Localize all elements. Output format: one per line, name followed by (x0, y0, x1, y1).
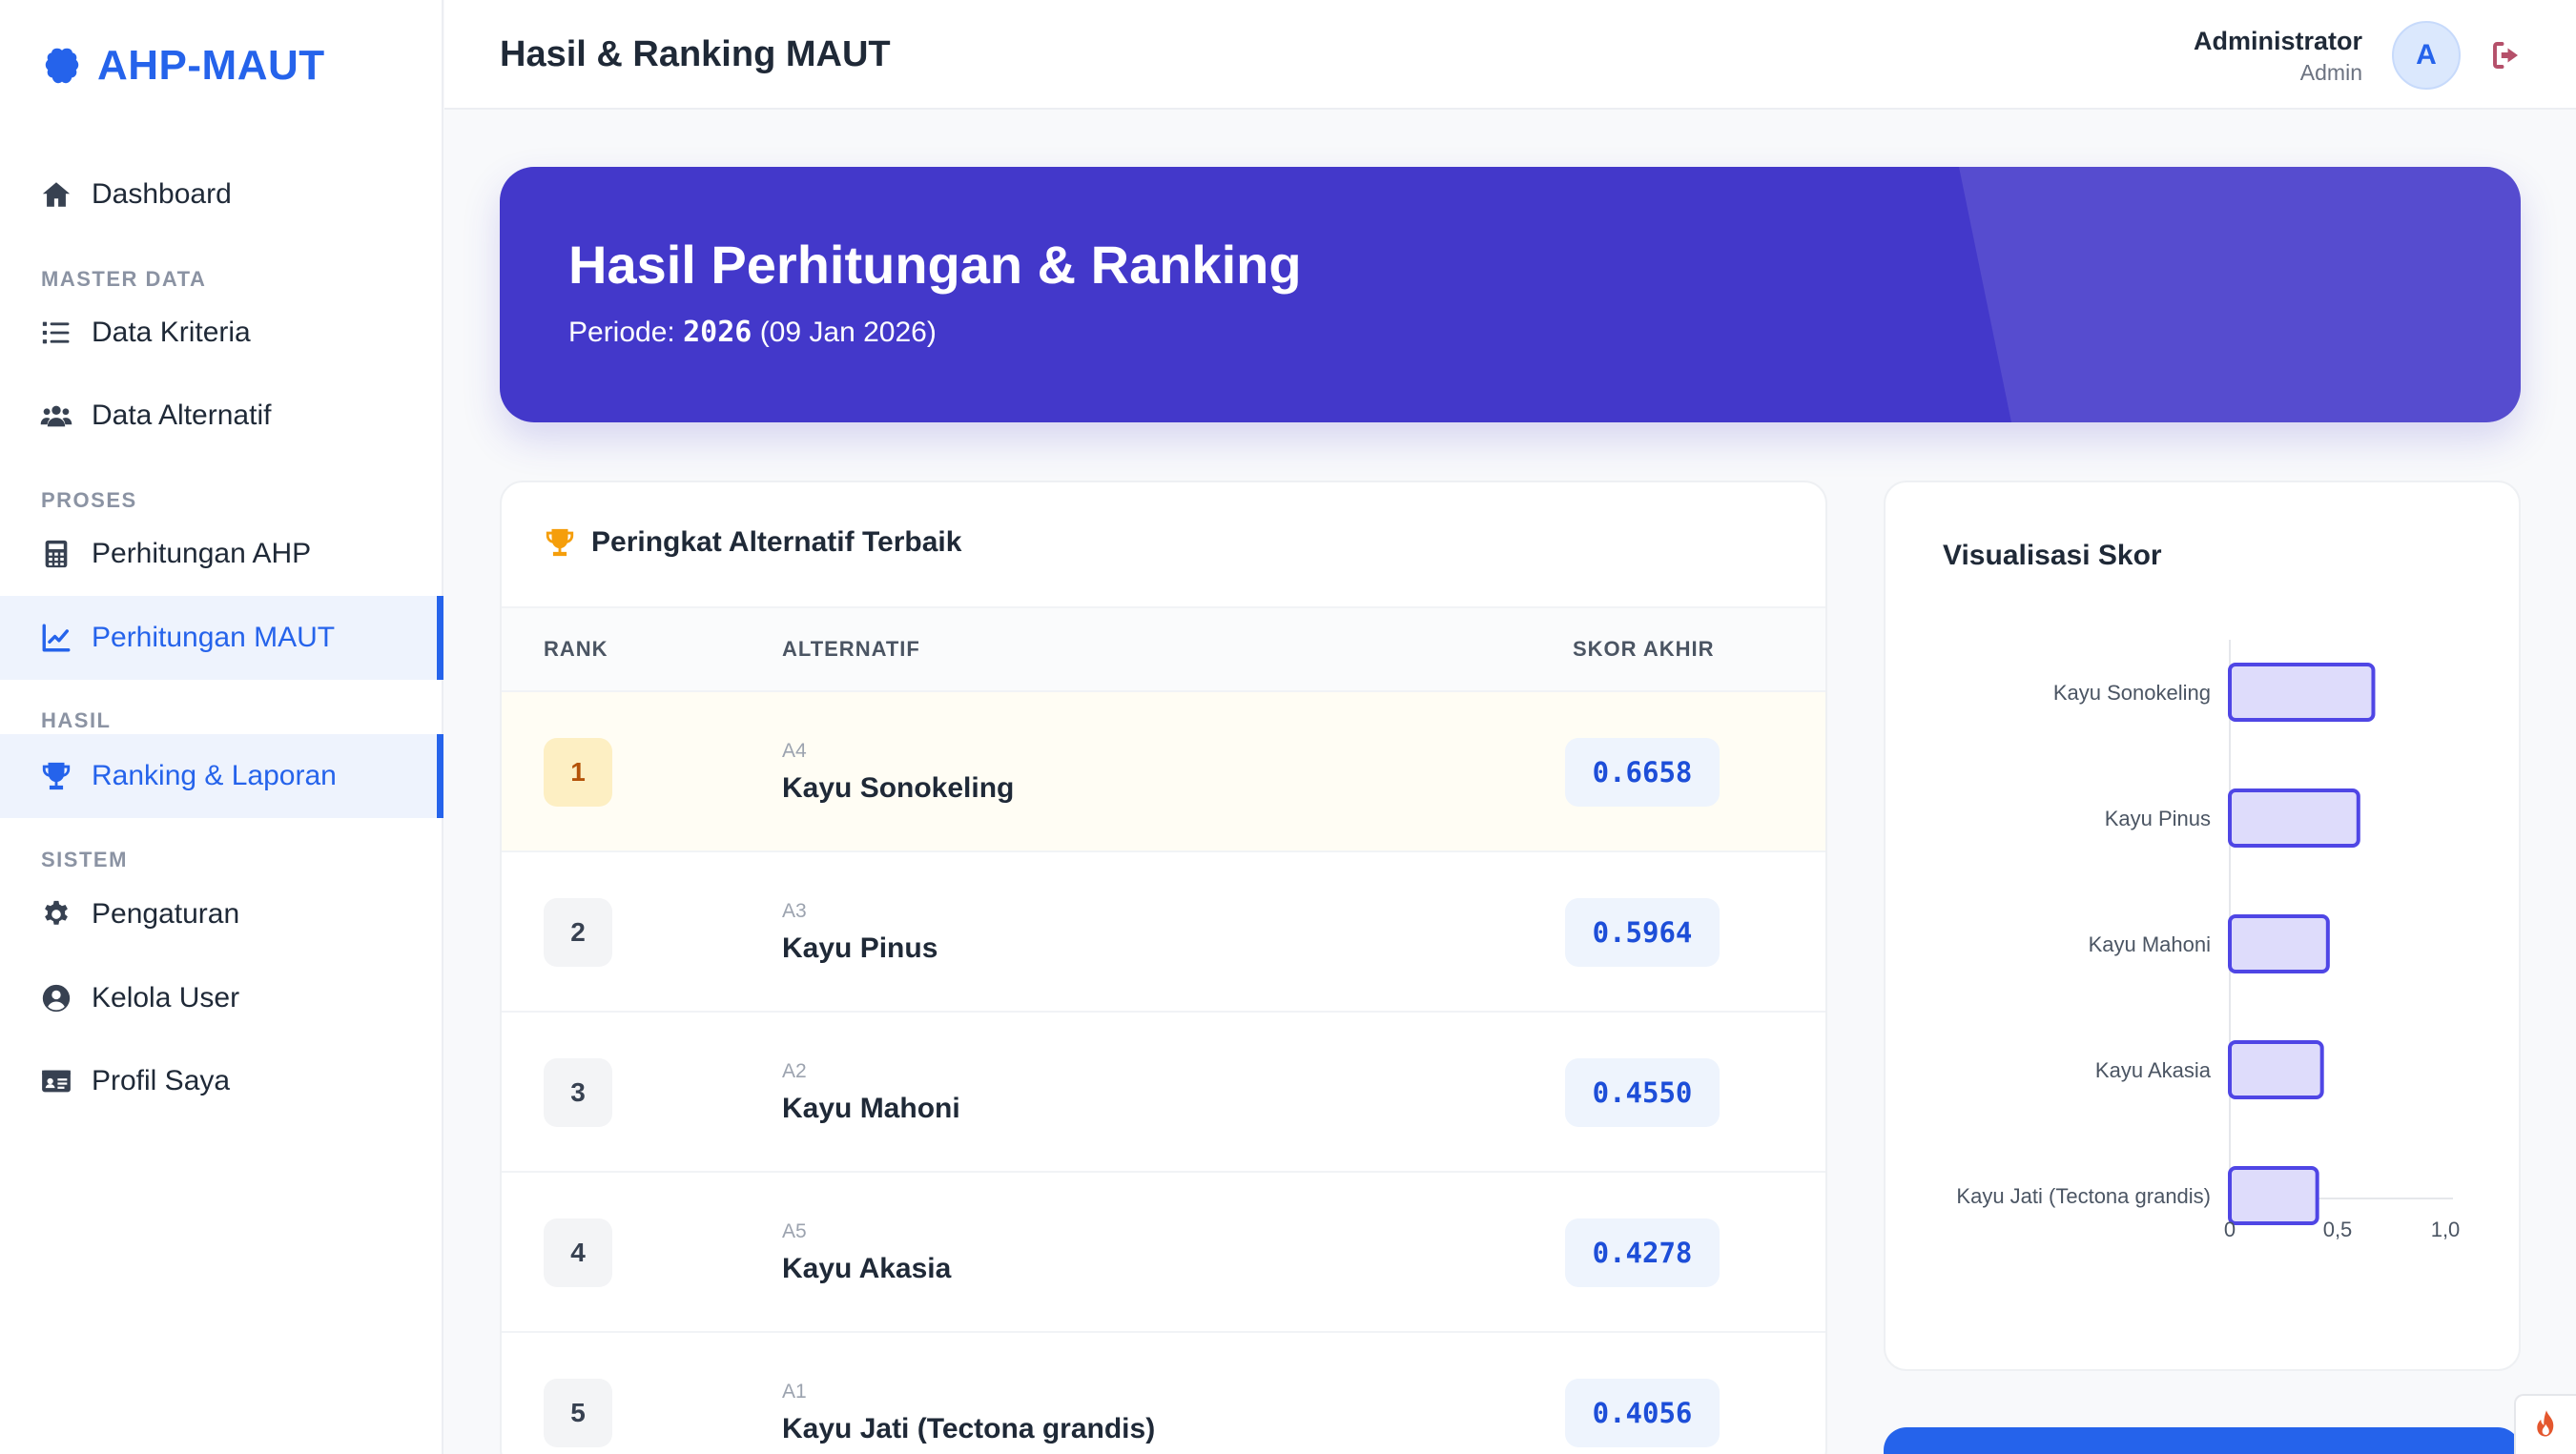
avatar[interactable]: A (2392, 21, 2461, 90)
chart-bar (2228, 914, 2330, 973)
gear-icon (45, 900, 68, 925)
sidebar-item-data-kriteria[interactable]: Data Kriteria (0, 291, 443, 375)
sidebar-item-perhitungan-maut[interactable]: Perhitungan MAUT (0, 596, 443, 680)
user-name: Administrator (2193, 27, 2362, 55)
sidebar-item-label: Pengaturan (92, 898, 240, 930)
sidebar-item-profil-saya[interactable]: Profil Saya (0, 1039, 443, 1123)
sidebar-item-label: Data Kriteria (92, 317, 251, 348)
topbar: Hasil & Ranking MAUT Administrator Admin (444, 0, 2576, 110)
chart-category-label: Kayu Jati (Tectona grandis) (1956, 1184, 2211, 1208)
sidebar-item-data-alternatif[interactable]: Data Alternatif (0, 374, 443, 458)
table-row[interactable]: 4 A5 Kayu Akasia 0.4278 (502, 1171, 1825, 1331)
table-row[interactable]: 5 A1 Kayu Jati (Tectona grandis) 0.4056 (502, 1331, 1825, 1454)
column-header-rank: RANK (544, 637, 608, 661)
chart-tick-label: 0,5 (2323, 1218, 2353, 1241)
sidebar-item-label: Data Alternatif (92, 399, 272, 431)
table-row[interactable]: 2 A3 Kayu Pinus 0.5964 (502, 850, 1825, 1011)
chart-category-label: Kayu Sonokeling (2053, 681, 2211, 705)
score-badge: 0.4550 (1565, 1058, 1720, 1127)
score-badge: 0.6658 (1565, 738, 1720, 807)
period-date: (09 Jan 2026) (759, 317, 937, 348)
sidebar-item-ranking-laporan[interactable]: Ranking & Laporan (0, 734, 443, 818)
alternative-name: Kayu Sonokeling (782, 772, 1015, 804)
sidebar-section-hasil: HASIL (41, 708, 112, 732)
brand-logo[interactable]: AHP-MAUT (40, 42, 325, 90)
hero-period: Periode: 2026 (09 Jan 2026) (568, 316, 937, 349)
chart-category-label: Kayu Pinus (2105, 807, 2211, 830)
alternative-code: A4 (782, 740, 807, 762)
alternative-name: Kayu Mahoni (782, 1093, 960, 1124)
period-year: 2026 (683, 316, 752, 349)
ranking-title: Peringkat Alternatif Terbaik (591, 526, 962, 558)
sidebar-section-master: MASTER DATA (41, 267, 207, 291)
hero-title: Hasil Perhitungan & Ranking (568, 235, 1302, 295)
trophy-icon (42, 762, 71, 790)
ranking-header: Peringkat Alternatif Terbaik (544, 526, 961, 559)
sidebar-item-dashboard[interactable]: Dashboard (0, 153, 443, 236)
sidebar-section-proses: PROSES (41, 488, 137, 512)
sidebar-section-sistem: SISTEM (41, 848, 128, 871)
alternative-code: A5 (782, 1220, 807, 1242)
column-header-skor: SKOR AKHIR (1573, 637, 1715, 661)
debug-toolbar-toggle[interactable] (2514, 1394, 2576, 1454)
rank-badge: 4 (544, 1218, 612, 1287)
list-icon (42, 321, 70, 344)
chart-bar (2228, 1040, 2324, 1099)
sidebar-item-label: Dashboard (92, 178, 232, 210)
chart-bar (2228, 1166, 2319, 1225)
hero-decoration (1959, 167, 2521, 422)
hero-banner: Hasil Perhitungan & Ranking Periode: 202… (500, 167, 2521, 422)
alternative-name: Kayu Jati (Tectona grandis) (782, 1413, 1156, 1444)
flame-icon (2536, 1409, 2553, 1437)
column-header-alternatif: ALTERNATIF (782, 637, 920, 661)
chart-category-label: Kayu Mahoni (2089, 932, 2211, 956)
sidebar-item-label: Profil Saya (92, 1065, 231, 1096)
sidebar-item-label: Perhitungan AHP (92, 538, 312, 569)
alternative-code: A1 (782, 1381, 807, 1403)
user-circle-icon (42, 984, 71, 1013)
alternative-name: Kayu Pinus (782, 932, 938, 964)
brain-icon (45, 48, 79, 84)
table-row[interactable]: 3 A2 Kayu Mahoni 0.4550 (502, 1011, 1825, 1171)
sidebar-item-perhitungan-ahp[interactable]: Perhitungan AHP (0, 512, 443, 596)
chart-bar (2228, 788, 2360, 848)
trophy-icon (546, 528, 574, 557)
alternative-code: A2 (782, 1060, 807, 1082)
chart-tick-label: 0 (2224, 1218, 2236, 1241)
score-badge: 0.5964 (1565, 898, 1720, 967)
score-badge: 0.4278 (1565, 1218, 1720, 1287)
rank-badge: 1 (544, 738, 612, 807)
sidebar-item-label: Perhitungan MAUT (92, 622, 336, 653)
id-card-icon (42, 1070, 71, 1093)
chart-tick-label: 1,0 (2431, 1218, 2461, 1241)
user-role: Admin (2299, 60, 2362, 85)
rank-badge: 5 (544, 1379, 612, 1447)
calculator-icon (45, 540, 68, 568)
chart-category-label: Kayu Akasia (2095, 1058, 2212, 1082)
sidebar-item-label: Ranking & Laporan (92, 760, 337, 791)
sidebar-item-label: Kelola User (92, 982, 240, 1014)
alternative-code: A3 (782, 900, 807, 922)
rank-badge: 2 (544, 898, 612, 967)
sidebar: AHP-MAUT Dashboard MASTER DATA Data Krit… (0, 0, 443, 1454)
line-chart-icon (42, 624, 71, 652)
period-label: Periode: (568, 317, 675, 348)
home-icon (42, 182, 71, 207)
alternative-name: Kayu Akasia (782, 1253, 952, 1284)
chart-card: Visualisasi Skor Kayu Sonokeling Kayu Pin… (1884, 481, 2521, 1371)
users-icon (40, 405, 72, 427)
score-badge: 0.4056 (1565, 1379, 1720, 1447)
table-header: RANK ALTERNATIF SKOR AKHIR (502, 606, 1825, 690)
chart-bar (2228, 663, 2376, 722)
score-chart: Kayu Sonokeling Kayu Pinus Kayu Mahoni Kayu… (1956, 640, 2461, 1241)
sidebar-item-kelola-user[interactable]: Kelola User (0, 956, 443, 1040)
rank-badge: 3 (544, 1058, 612, 1127)
table-row[interactable]: 1 A4 Kayu Sonokeling 0.6658 (502, 690, 1825, 850)
ranking-card: Peringkat Alternatif Terbaik RANK ALTERN… (500, 481, 1827, 1454)
logout-icon[interactable] (2489, 38, 2524, 72)
page-title: Hasil & Ranking MAUT (500, 34, 891, 74)
brand-name: AHP-MAUT (97, 42, 325, 89)
sidebar-item-pengaturan[interactable]: Pengaturan (0, 872, 443, 956)
bottom-action-button[interactable] (1884, 1427, 2521, 1454)
